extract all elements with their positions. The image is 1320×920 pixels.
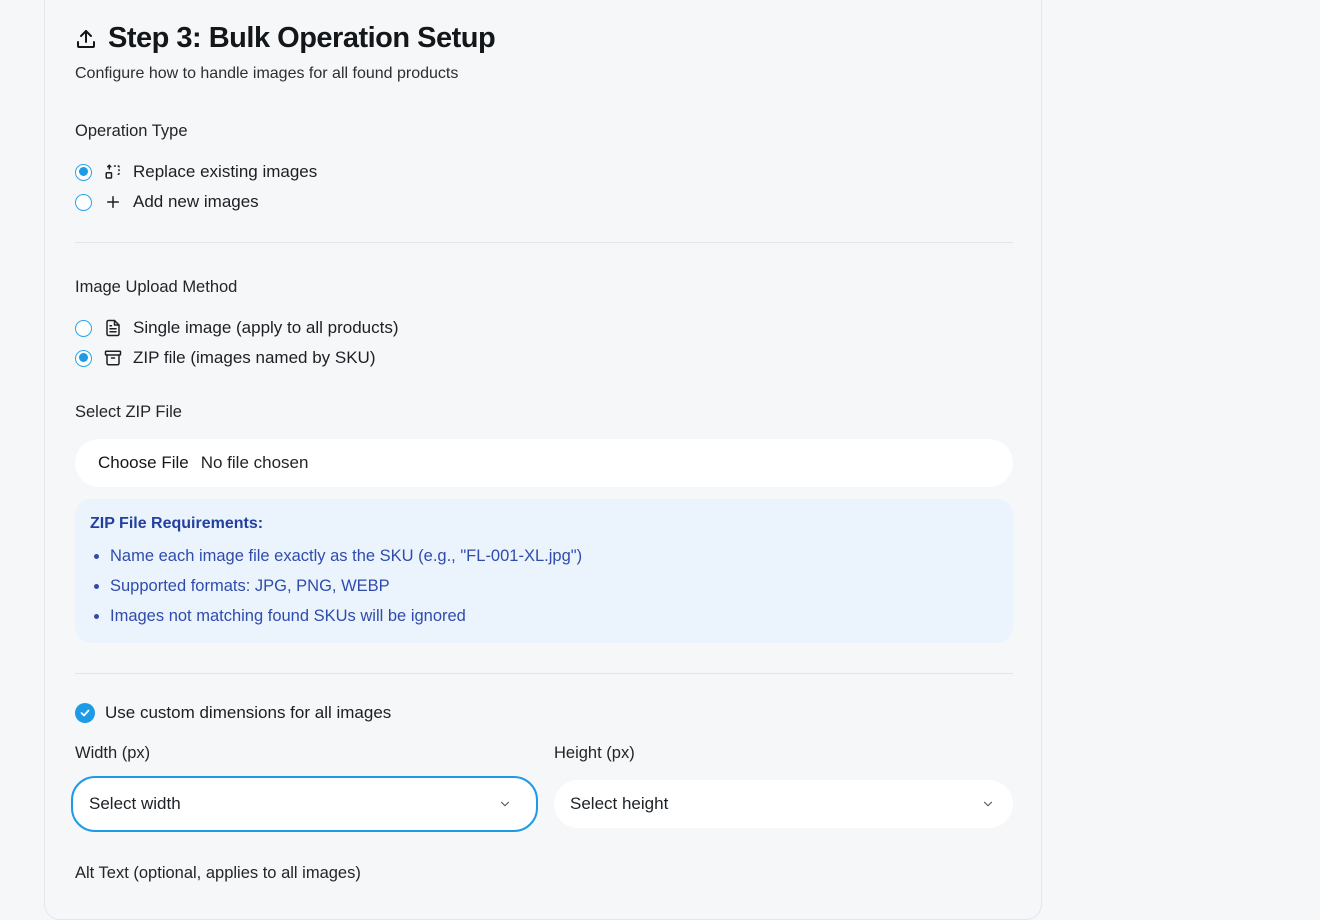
replace-icon [104, 163, 122, 181]
add-label: Add new images [133, 192, 259, 211]
option-replace-images[interactable]: Replace existing images [75, 161, 317, 183]
height-select[interactable]: Select height [554, 780, 1013, 828]
select-zip-label: Select ZIP File [75, 403, 182, 421]
operation-type-label: Operation Type [75, 122, 188, 140]
zip-file-label: ZIP file (images named by SKU) [133, 348, 376, 367]
single-image-radio[interactable] [75, 319, 92, 337]
custom-dimensions-checkbox[interactable] [75, 703, 95, 723]
option-single-image[interactable]: Single image (apply to all products) [75, 317, 399, 339]
option-add-images[interactable]: Add new images [75, 191, 259, 213]
chevron-down-icon [498, 797, 512, 811]
divider [75, 242, 1013, 243]
requirement-item: Images not matching found SKUs will be i… [110, 601, 998, 631]
file-text-icon [104, 319, 122, 337]
page-title: Step 3: Bulk Operation Setup [108, 22, 496, 54]
option-zip-file[interactable]: ZIP file (images named by SKU) [75, 347, 376, 369]
card-header: Step 3: Bulk Operation Setup [74, 22, 496, 55]
width-select[interactable]: Select width [71, 776, 538, 832]
archive-icon [104, 349, 122, 367]
requirements-list: Name each image file exactly as the SKU … [90, 541, 998, 631]
replace-label: Replace existing images [133, 162, 318, 181]
height-select-value: Select height [570, 794, 669, 813]
requirement-item: Supported formats: JPG, PNG, WEBP [110, 571, 998, 601]
check-icon [80, 709, 90, 717]
chevron-down-icon [981, 797, 995, 811]
zip-file-radio[interactable] [75, 349, 92, 367]
add-radio[interactable] [75, 193, 92, 211]
plus-icon [104, 193, 122, 211]
choose-file-button[interactable]: Choose File [98, 453, 189, 473]
upload-icon [74, 27, 98, 51]
height-label: Height (px) [554, 744, 635, 762]
replace-radio[interactable] [75, 163, 92, 181]
requirement-item: Name each image file exactly as the SKU … [110, 541, 998, 571]
width-select-value: Select width [89, 794, 181, 813]
alt-text-label: Alt Text (optional, applies to all image… [75, 864, 361, 882]
divider [75, 673, 1013, 674]
page-subtitle: Configure how to handle images for all f… [75, 65, 459, 82]
file-status: No file chosen [200, 453, 309, 472]
single-image-label: Single image (apply to all products) [133, 318, 399, 337]
requirements-title: ZIP File Requirements: [90, 515, 264, 532]
zip-requirements-box: ZIP File Requirements: Name each image f… [75, 499, 1013, 643]
zip-file-input[interactable]: Choose File No file chosen [75, 439, 1013, 487]
upload-method-label: Image Upload Method [75, 278, 238, 296]
width-label: Width (px) [75, 744, 151, 762]
custom-dimensions-checkbox-row[interactable]: Use custom dimensions for all images [75, 703, 391, 723]
custom-dimensions-label: Use custom dimensions for all images [105, 703, 392, 722]
